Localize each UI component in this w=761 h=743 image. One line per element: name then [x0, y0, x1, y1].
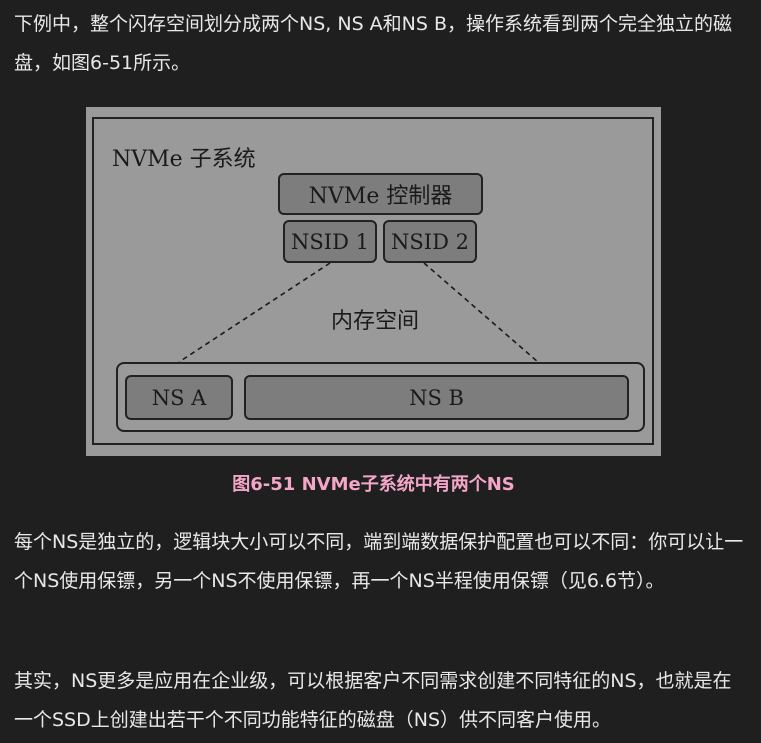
ns-b-box: NS B	[244, 375, 629, 420]
subsystem-label: NVMe 子系统	[112, 147, 256, 172]
nsid1-box: NSID 1	[283, 220, 377, 263]
namespace-independence-paragraph: 每个NS是独立的，逻辑块大小可以不同，端到端数据保护配置也可以不同：你可以让一个…	[14, 531, 744, 592]
enterprise-usage-paragraph: 其实，NS更多是应用在企业级，可以根据客户不同需求创建不同特征的NS，也就是在一…	[14, 670, 732, 731]
dashed-line-nsid2	[423, 262, 539, 363]
nsid2-box: NSID 2	[383, 220, 477, 263]
nvme-subsystem-frame: NVMe 子系统 NVMe 控制器 NSID 1 NSID 2 内存空间 NS …	[92, 117, 654, 445]
figure-caption: 图6-51 NVMe子系统中有两个NS	[232, 474, 515, 495]
nvme-diagram-figure: NVMe 子系统 NVMe 控制器 NSID 1 NSID 2 内存空间 NS …	[86, 107, 661, 456]
dashed-line-nsid1	[178, 262, 331, 363]
intro-paragraph: 下例中，整个闪存空间划分成两个NS, NS A和NS B，操作系统看到两个完全独…	[14, 13, 733, 74]
memory-space-label: 内存空间	[331, 309, 420, 334]
ns-a-box: NS A	[125, 375, 233, 420]
controller-box: NVMe 控制器	[278, 173, 483, 215]
